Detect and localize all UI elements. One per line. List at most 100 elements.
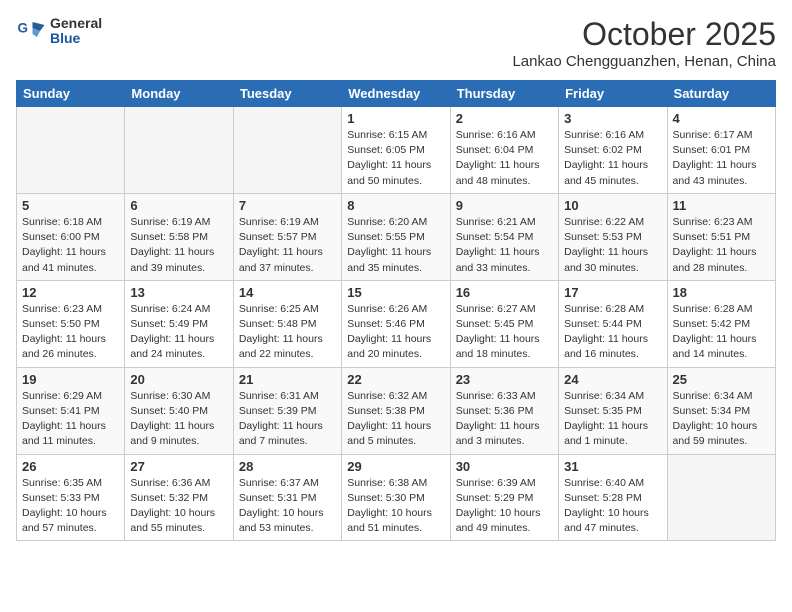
day-info: Sunrise: 6:17 AMSunset: 6:01 PMDaylight:… <box>673 128 770 189</box>
sunrise-text: Sunrise: 6:21 AM <box>456 216 536 228</box>
daylight-text: Daylight: 10 hours and 47 minutes. <box>564 507 649 534</box>
logo-blue: Blue <box>50 31 102 46</box>
sunset-text: Sunset: 6:02 PM <box>564 144 642 156</box>
sunrise-text: Sunrise: 6:17 AM <box>673 129 753 141</box>
daylight-text: Daylight: 11 hours and 43 minutes. <box>673 159 757 186</box>
day-info: Sunrise: 6:16 AM Sunset: 6:02 PM Daylight:… <box>564 128 661 189</box>
day-number: 22 <box>347 372 444 387</box>
calendar-day-header: Saturday <box>667 81 775 107</box>
day-info: Sunrise: 6:33 AMSunset: 5:36 PMDaylight:… <box>456 389 553 450</box>
calendar-day-header: Sunday <box>17 81 125 107</box>
day-info: Sunrise: 6:34 AMSunset: 5:35 PMDaylight:… <box>564 389 661 450</box>
svg-text:G: G <box>18 21 29 36</box>
calendar-cell: 17 Sunrise: 6:28 AMSunset: 5:44 PMDayligh… <box>559 280 667 367</box>
sunrise-text: Sunrise: 6:29 AM <box>22 390 102 402</box>
day-number: 13 <box>130 285 227 300</box>
sunset-text: Sunset: 5:57 PM <box>239 231 317 243</box>
daylight-text: Daylight: 11 hours and 35 minutes. <box>347 246 431 273</box>
calendar-cell: 29Sunrise: 6:38 AMSunset: 5:30 PMDayligh… <box>342 454 450 541</box>
sunset-text: Sunset: 5:31 PM <box>239 492 317 504</box>
calendar-week-row: 26Sunrise: 6:35 AMSunset: 5:33 PMDayligh… <box>17 454 776 541</box>
day-number: 31 <box>564 459 661 474</box>
daylight-text: Daylight: 10 hours and 59 minutes. <box>673 420 758 447</box>
day-info: Sunrise: 6:18 AMSunset: 6:00 PMDaylight:… <box>22 215 119 276</box>
daylight-text: Daylight: 11 hours and 16 minutes. <box>564 333 648 360</box>
calendar-cell: 1Sunrise: 6:15 AMSunset: 6:05 PMDaylight… <box>342 107 450 194</box>
calendar-cell: 18Sunrise: 6:28 AMSunset: 5:42 PMDayligh… <box>667 280 775 367</box>
day-info: Sunrise: 6:23 AMSunset: 5:50 PMDaylight:… <box>22 302 119 363</box>
calendar-day-header: Monday <box>125 81 233 107</box>
sunrise-text: Sunrise: 6:23 AM <box>673 216 753 228</box>
calendar-cell: 27Sunrise: 6:36 AMSunset: 5:32 PMDayligh… <box>125 454 233 541</box>
day-info: Sunrise: 6:19 AMSunset: 5:58 PMDaylight:… <box>130 215 227 276</box>
sunrise-text: Sunrise: 6:16 AM <box>564 129 644 141</box>
sunset-text: Sunset: 5:36 PM <box>456 405 534 417</box>
daylight-text: Daylight: 11 hours and 28 minutes. <box>673 246 757 273</box>
sunset-text: Sunset: 5:46 PM <box>347 318 425 330</box>
day-info: Sunrise: 6:28 AMSunset: 5:44 PMDaylight:… <box>564 302 661 363</box>
sunrise-text: Sunrise: 6:40 AM <box>564 477 644 489</box>
day-number: 26 <box>22 459 119 474</box>
day-info: Sunrise: 6:27 AMSunset: 5:45 PMDaylight:… <box>456 302 553 363</box>
day-info: Sunrise: 6:28 AMSunset: 5:42 PMDaylight:… <box>673 302 770 363</box>
day-info: Sunrise: 6:22 AMSunset: 5:53 PMDaylight:… <box>564 215 661 276</box>
month-title: October 2025 <box>512 16 776 53</box>
day-number: 23 <box>456 372 553 387</box>
day-info: Sunrise: 6:38 AMSunset: 5:30 PMDaylight:… <box>347 476 444 537</box>
day-number: 7 <box>239 198 336 213</box>
daylight-text: Daylight: 11 hours and 45 minutes. <box>564 159 648 186</box>
sunrise-text: Sunrise: 6:26 AM <box>347 303 427 315</box>
day-number: 25 <box>673 372 770 387</box>
sunrise-text: Sunrise: 6:34 AM <box>673 390 753 402</box>
calendar-cell: 31Sunrise: 6:40 AMSunset: 5:28 PMDayligh… <box>559 454 667 541</box>
sunrise-text: Sunrise: 6:19 AM <box>130 216 210 228</box>
day-info: Sunrise: 6:39 AMSunset: 5:29 PMDaylight:… <box>456 476 553 537</box>
day-info: Sunrise: 6:37 AMSunset: 5:31 PMDaylight:… <box>239 476 336 537</box>
day-number: 21 <box>239 372 336 387</box>
day-number: 14 <box>239 285 336 300</box>
calendar-day-header: Thursday <box>450 81 558 107</box>
daylight-text: Daylight: 11 hours and 24 minutes. <box>130 333 214 360</box>
sunset-text: Sunset: 5:41 PM <box>22 405 100 417</box>
calendar-cell: 22Sunrise: 6:32 AMSunset: 5:38 PMDayligh… <box>342 367 450 454</box>
day-info: Sunrise: 6:16 AMSunset: 6:04 PMDaylight:… <box>456 128 553 189</box>
daylight-text: Daylight: 11 hours and 33 minutes. <box>456 246 540 273</box>
daylight-text: Daylight: 10 hours and 49 minutes. <box>456 507 541 534</box>
calendar-cell: 3Sunrise: 6:16 AMSunset: 6:02 PMDaylight… <box>559 107 667 194</box>
calendar-day-header: Tuesday <box>233 81 341 107</box>
day-number: 8 <box>347 198 444 213</box>
daylight-text: Daylight: 11 hours and 50 minutes. <box>347 159 431 186</box>
daylight-text: Daylight: 11 hours and 11 minutes. <box>22 420 106 447</box>
daylight-text: Daylight: 10 hours and 57 minutes. <box>22 507 107 534</box>
day-number: 27 <box>130 459 227 474</box>
day-number: 15 <box>347 285 444 300</box>
day-info: Sunrise: 6:26 AMSunset: 5:46 PMDaylight:… <box>347 302 444 363</box>
sunrise-text: Sunrise: 6:18 AM <box>22 216 102 228</box>
sunset-text: Sunset: 5:49 PM <box>130 318 208 330</box>
daylight-text: Daylight: 11 hours and 48 minutes. <box>456 159 540 186</box>
page-header: G General Blue October 2025 Lankao Cheng… <box>16 16 776 70</box>
sunrise-text: Sunrise: 6:22 AM <box>564 216 644 228</box>
sunset-text: Sunset: 5:45 PM <box>456 318 534 330</box>
calendar-cell: 11Sunrise: 6:23 AMSunset: 5:51 PMDayligh… <box>667 193 775 280</box>
day-info: Sunrise: 6:19 AMSunset: 5:57 PMDaylight:… <box>239 215 336 276</box>
logo: G General Blue <box>16 16 102 47</box>
calendar-cell: 20Sunrise: 6:30 AMSunset: 5:40 PMDayligh… <box>125 367 233 454</box>
day-number: 19 <box>22 372 119 387</box>
sunset-text: Sunset: 5:55 PM <box>347 231 425 243</box>
sunset-text: Sunset: 5:40 PM <box>130 405 208 417</box>
calendar-cell: 23 Sunrise: 6:33 AMSunset: 5:36 PMDayligh… <box>450 367 558 454</box>
sunrise-text: Sunrise: 6:28 AM <box>564 303 644 315</box>
calendar-cell: 4 Sunrise: 6:17 AMSunset: 6:01 PMDaylight… <box>667 107 775 194</box>
day-number: 2 <box>456 111 553 126</box>
day-number: 4 <box>673 111 770 126</box>
sunrise-text: Sunrise: 6:38 AM <box>347 477 427 489</box>
day-info: Sunrise: 6:23 AMSunset: 5:51 PMDaylight:… <box>673 215 770 276</box>
sunrise-text: Sunrise: 6:31 AM <box>239 390 319 402</box>
location: Lankao Chengguanzhen, Henan, China <box>512 53 776 70</box>
sunrise-text: Sunrise: 6:19 AM <box>239 216 319 228</box>
daylight-text: Daylight: 11 hours and 18 minutes. <box>456 333 540 360</box>
sunrise-text: Sunrise: 6:16 AM <box>456 129 536 141</box>
day-number: 17 <box>564 285 661 300</box>
sunset-text: Sunset: 5:38 PM <box>347 405 425 417</box>
